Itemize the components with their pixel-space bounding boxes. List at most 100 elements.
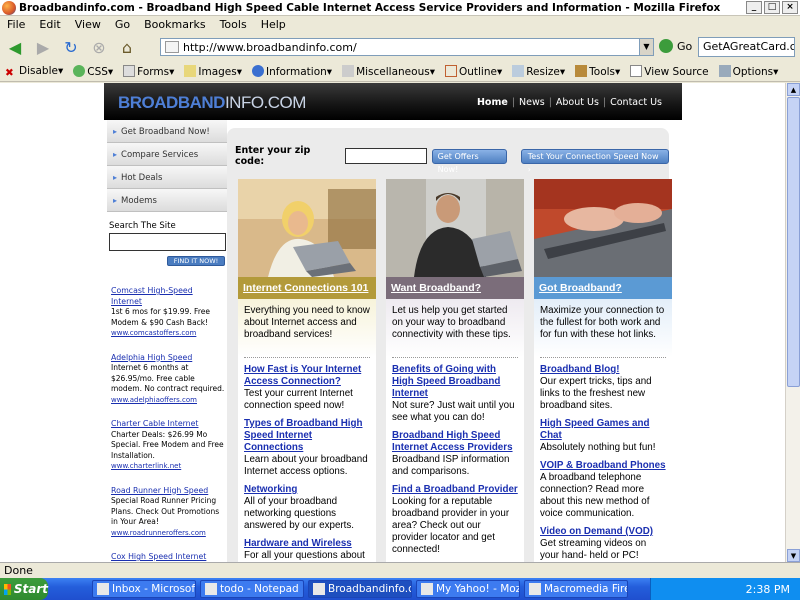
menu-help[interactable]: Help: [254, 18, 293, 31]
promo-title[interactable]: Comcast High-Speed Internet: [111, 286, 226, 307]
column-title[interactable]: Got Broadband?: [534, 277, 672, 299]
minimize-button[interactable]: _: [746, 1, 762, 14]
item-link[interactable]: Types of Broadband High Speed Internet C…: [244, 418, 370, 454]
promo-title[interactable]: Charter Cable Internet: [111, 419, 226, 430]
favicon-icon: [165, 41, 179, 53]
promo-title[interactable]: Cox High Speed Internet: [111, 552, 226, 562]
forward-button[interactable]: ▶: [32, 36, 54, 58]
wd-view-source[interactable]: View Source: [625, 65, 713, 78]
sidenav-modems[interactable]: Modems: [107, 189, 227, 212]
reload-button[interactable]: ↻: [60, 36, 82, 58]
promo-url[interactable]: www.roadrunneroffers.com: [111, 528, 226, 539]
promo-url[interactable]: www.comcastoffers.com: [111, 328, 226, 339]
vertical-scrollbar[interactable]: ▲ ▼: [785, 83, 800, 562]
promo-roadrunner: Road Runner High Speed Special Road Runn…: [111, 486, 226, 539]
zip-label: Enter your zip code:: [235, 145, 311, 167]
wd-miscellaneous[interactable]: Miscellaneous▾: [337, 65, 440, 78]
menu-bar: File Edit View Go Bookmarks Tools Help: [0, 16, 800, 32]
back-button[interactable]: ◀: [4, 36, 26, 58]
promo-url[interactable]: www.charterlink.net: [111, 461, 226, 472]
menu-go[interactable]: Go: [108, 18, 137, 31]
scroll-down-icon[interactable]: ▼: [787, 549, 800, 562]
item-link[interactable]: Benefits of Going with High Speed Broadb…: [392, 364, 518, 400]
item-link[interactable]: Networking: [244, 484, 370, 496]
status-bar: Done: [0, 562, 800, 578]
column-title[interactable]: Want Broadband?: [386, 277, 524, 299]
photo-hands-keyboard: [534, 179, 672, 277]
go-button[interactable]: Go: [659, 39, 692, 53]
get-offers-button[interactable]: Get Offers Now!: [431, 148, 507, 174]
promo-title[interactable]: Adelphia High Speed: [111, 353, 226, 364]
task-fireworks[interactable]: Macromedia Firewor...: [524, 580, 628, 598]
zip-row: Enter your zip code: Get Offers Now! Tes…: [235, 145, 669, 174]
photo-woman-laptop: [238, 179, 376, 277]
start-button[interactable]: Start: [0, 578, 48, 600]
close-button[interactable]: ×: [782, 1, 798, 14]
wd-information[interactable]: Information▾: [247, 65, 337, 78]
menu-bookmarks[interactable]: Bookmarks: [137, 18, 212, 31]
scroll-up-icon[interactable]: ▲: [787, 83, 800, 96]
menu-view[interactable]: View: [68, 18, 108, 31]
list-item: Benefits of Going with High Speed Broadb…: [386, 358, 524, 424]
stop-button[interactable]: ⊗: [88, 36, 110, 58]
item-link[interactable]: Hardware and Wireless: [244, 538, 370, 550]
item-link[interactable]: Broadband Blog!: [540, 364, 666, 376]
item-link[interactable]: Video on Demand (VOD): [540, 526, 666, 538]
wd-images[interactable]: Images▾: [179, 65, 247, 78]
window-title: Broadbandinfo.com - Broadband High Speed…: [19, 1, 721, 14]
promo-url[interactable]: www.adelphiaoffers.com: [111, 395, 226, 406]
menu-edit[interactable]: Edit: [32, 18, 67, 31]
notepad-icon: [205, 583, 217, 595]
url-bar[interactable]: http://www.broadbandinfo.com/: [160, 38, 654, 56]
wd-disable[interactable]: ✖ Disable▾: [0, 65, 68, 79]
item-link[interactable]: How Fast is Your Internet Access Connect…: [244, 364, 370, 388]
task-notepad[interactable]: todo - Notepad: [200, 580, 304, 598]
promo-cox: Cox High Speed Internet: [111, 552, 226, 562]
wd-outline[interactable]: Outline▾: [440, 65, 507, 78]
item-link[interactable]: Find a Broadband Provider: [392, 484, 518, 496]
zip-input[interactable]: [345, 148, 427, 164]
site-logo[interactable]: BROADBANDINFO.COM: [118, 93, 306, 113]
promo-comcast: Comcast High-Speed Internet 1st 6 mos fo…: [111, 286, 226, 339]
scroll-thumb[interactable]: [787, 97, 800, 387]
maximize-button[interactable]: □: [764, 1, 780, 14]
home-button[interactable]: ⌂: [116, 36, 138, 58]
task-yahoo[interactable]: My Yahoo! - Mozilla ...: [416, 580, 520, 598]
item-link[interactable]: VOIP & Broadband Phones: [540, 460, 666, 472]
topnav-news[interactable]: News: [515, 97, 549, 108]
sidenav-hot-deals[interactable]: Hot Deals: [107, 166, 227, 189]
url-text: http://www.broadbandinfo.com/: [183, 40, 357, 54]
url-dropdown-icon[interactable]: ▼: [639, 39, 653, 55]
task-outlook[interactable]: Inbox - Microsoft O...: [92, 580, 196, 598]
wd-css[interactable]: CSS▾: [68, 65, 118, 78]
images-icon: [184, 65, 197, 77]
outlook-icon: [97, 583, 109, 595]
sidenav-compare[interactable]: Compare Services: [107, 143, 227, 166]
topnav-home[interactable]: Home: [473, 97, 512, 108]
item-link[interactable]: Broadband High Speed Internet Access Pro…: [392, 430, 518, 454]
wd-tools[interactable]: Tools▾: [570, 65, 625, 78]
firefox-task-icon: [313, 583, 325, 595]
topnav-contact[interactable]: Contact Us: [606, 97, 666, 108]
wd-forms[interactable]: Forms▾: [118, 65, 179, 78]
site-search-input[interactable]: [109, 233, 226, 251]
wd-options[interactable]: Options▾: [714, 65, 784, 78]
webdev-toolbar: ✖ Disable▾ CSS▾ Forms▾ Images▾ Informatio…: [0, 62, 800, 82]
topnav-about[interactable]: About Us: [552, 97, 603, 108]
find-it-now-button[interactable]: FIND IT NOW!: [167, 256, 225, 266]
windows-taskbar: Start Inbox - Microsoft O... todo - Note…: [0, 578, 800, 600]
menu-file[interactable]: File: [0, 18, 32, 31]
promo-title[interactable]: Road Runner High Speed: [111, 486, 226, 497]
task-firefox-broadband[interactable]: Broadbandinfo.co...: [308, 580, 412, 598]
options-icon: [718, 65, 731, 77]
view-source-icon: [630, 65, 643, 77]
item-link[interactable]: High Speed Games and Chat: [540, 418, 666, 442]
list-item: How Fast is Your Internet Access Connect…: [238, 358, 376, 412]
main-panel: Enter your zip code: Get Offers Now! Tes…: [227, 128, 672, 562]
search-box[interactable]: GetAGreatCard.com: [698, 37, 795, 57]
menu-tools[interactable]: Tools: [213, 18, 254, 31]
column-title[interactable]: Internet Connections 101: [238, 277, 376, 299]
speed-test-button[interactable]: Test Your Connection Speed Now ›: [520, 148, 669, 174]
sidenav-get-broadband[interactable]: Get Broadband Now!: [107, 120, 227, 143]
wd-resize[interactable]: Resize▾: [507, 65, 570, 78]
